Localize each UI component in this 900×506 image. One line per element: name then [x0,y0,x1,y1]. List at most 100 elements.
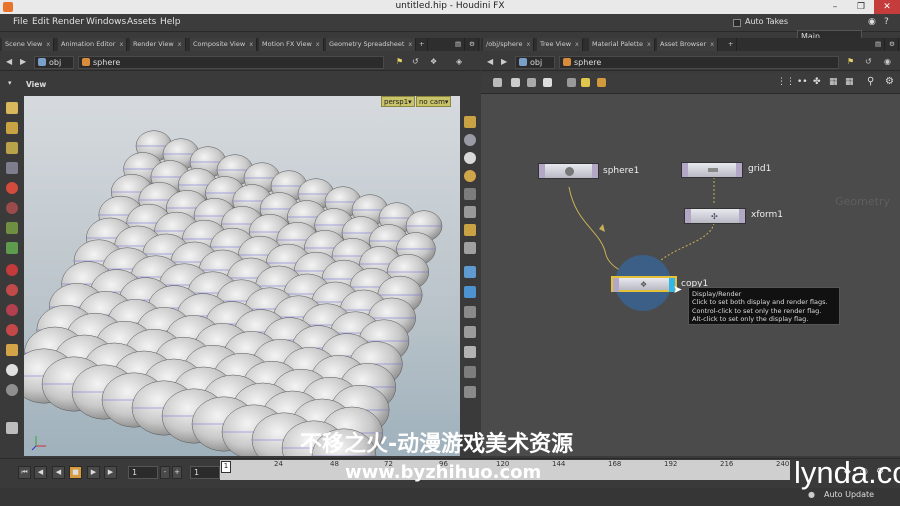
display-flag[interactable] [739,209,745,223]
display-prims-icon[interactable] [464,242,476,254]
grid-snap-icon[interactable] [6,264,18,276]
snap-grid-icon[interactable]: ▦ [829,77,838,87]
tab-geometry-spreadsheet[interactable]: Geometry Spreadsheet x [326,38,417,51]
menu-file[interactable]: File [13,17,28,27]
pin-icon[interactable]: ⚑ [847,56,854,68]
camera-tool-icon[interactable] [6,384,18,396]
frame-decrement-button[interactable]: - [160,466,170,479]
layout-icon[interactable] [464,386,476,398]
no-cam-menu[interactable]: no cam▾ [416,96,452,107]
tab-scene-view[interactable]: Scene View x [2,38,55,51]
uv-icon[interactable] [464,286,476,298]
tab-material-palette[interactable]: Material Palette x [589,38,655,51]
play-reverse-button[interactable]: ◀ [52,466,65,479]
tab-render-view[interactable]: Render View x [130,38,186,51]
pane-menu-icon[interactable]: ▤ [452,38,466,51]
maximize-button[interactable]: ❐ [848,0,874,14]
note-icon[interactable] [567,78,576,87]
forward-arrow-icon[interactable]: ▶ [501,56,507,68]
path-obj[interactable]: obj [515,56,555,69]
menu-help[interactable]: Help [160,17,181,27]
wire-icon[interactable] [464,170,476,182]
snap-tool-icon[interactable] [6,242,18,254]
display-flag[interactable] [592,164,598,178]
display-flag[interactable] [736,163,742,177]
node-grid1[interactable] [681,162,743,178]
node-copy1[interactable]: ❖ [611,276,677,292]
node-xform1[interactable]: ✣ [684,208,746,224]
auto-takes-checkbox[interactable] [733,19,741,27]
camera-menu[interactable]: persp1▾ [381,96,415,107]
houdini-swirl-icon[interactable]: ◉ [868,17,876,27]
tab-animation-editor[interactable]: Animation Editor x [58,38,128,51]
tab-network-obj-sphere[interactable]: /obj/sphere x [483,38,535,51]
menu-edit[interactable]: Edit [32,17,49,27]
current-frame-field[interactable]: 1 [128,466,158,479]
viewport[interactable]: persp1▾ no cam▾ [24,96,460,456]
bypass-flag[interactable] [613,278,619,292]
list-view-icon[interactable] [493,78,502,87]
select-tool-icon[interactable] [6,102,18,114]
tab-tree-view[interactable]: Tree View x [537,38,583,51]
jump-start-button[interactable]: ⏮ [18,466,31,479]
layout-icon[interactable]: ⋮⋮ [777,77,795,87]
network-grid-icon[interactable]: ▦ [845,77,854,87]
back-arrow-icon[interactable]: ◀ [487,56,493,68]
path-sphere[interactable]: sphere [559,56,839,69]
path-obj[interactable]: obj [34,56,74,69]
context-icon[interactable]: ❖ [430,56,437,68]
tree-icon[interactable] [511,78,520,87]
camera-icon[interactable] [464,326,476,338]
start-frame-field[interactable]: 1 [190,466,220,479]
vector-icon[interactable] [464,266,476,278]
step-forward-button[interactable]: ▶ [104,466,117,479]
gear-icon[interactable]: ⚙ [885,76,894,87]
link-icon[interactable]: ↺ [865,56,872,68]
step-back-button[interactable]: ◀ [34,466,47,479]
bypass-flag[interactable] [539,164,545,178]
pane-menu-icon[interactable]: ▤ [872,38,886,51]
prim-snap-icon[interactable] [6,284,18,296]
bg-icon[interactable] [464,188,476,200]
menu-assets[interactable]: Assets [127,17,156,27]
scale-tool-icon[interactable] [6,222,18,234]
pane-gear-icon[interactable]: ⚙ [886,38,899,51]
display-options-icon[interactable]: ◈ [456,56,462,68]
view-tool-icon[interactable] [6,122,18,134]
lighting-icon[interactable] [464,134,476,146]
align-icon[interactable]: •• [797,77,808,87]
rotate-tool-icon[interactable] [6,202,18,214]
frame-increment-button[interactable]: + [172,466,182,479]
menu-render[interactable]: Render [52,17,84,27]
snapshot-icon[interactable] [464,366,476,378]
distribute-icon[interactable]: ✤ [813,77,821,87]
shading-icon[interactable] [464,152,476,164]
menu-windows[interactable]: Windows [86,17,126,27]
auto-update-menu[interactable]: Auto Update [824,490,874,499]
bypass-flag[interactable] [682,163,688,177]
add-tab-icon[interactable]: + [416,38,429,51]
render-tool-icon[interactable] [6,422,18,434]
pin-icon[interactable]: ⚑ [396,56,403,68]
node-sphere1[interactable] [538,163,599,179]
guide-icon[interactable] [464,306,476,318]
help-icon[interactable]: ? [884,17,889,27]
ghost-objects-icon[interactable] [464,116,476,128]
flipbook-icon[interactable] [464,346,476,358]
grid-icon[interactable] [543,78,552,87]
tab-composite-view[interactable]: Composite View x [190,38,258,51]
stop-button[interactable]: ■ [69,466,82,479]
minimize-button[interactable]: – [822,0,848,14]
add-tab-icon[interactable]: + [725,38,738,51]
tab-asset-browser[interactable]: Asset Browser x [657,38,719,51]
forward-arrow-icon[interactable]: ▶ [20,56,26,68]
magnet-icon[interactable] [6,324,18,336]
view-arrow-icon[interactable]: ▾ [8,79,12,87]
display-normals-icon[interactable] [464,224,476,236]
thumbnail-icon[interactable] [527,78,536,87]
translate-tool-icon[interactable] [6,182,18,194]
pane-gear-icon[interactable]: ⚙ [466,38,479,51]
bypass-flag[interactable] [685,209,691,223]
close-button[interactable]: ✕ [874,0,900,14]
light-tool-icon[interactable] [6,364,18,376]
